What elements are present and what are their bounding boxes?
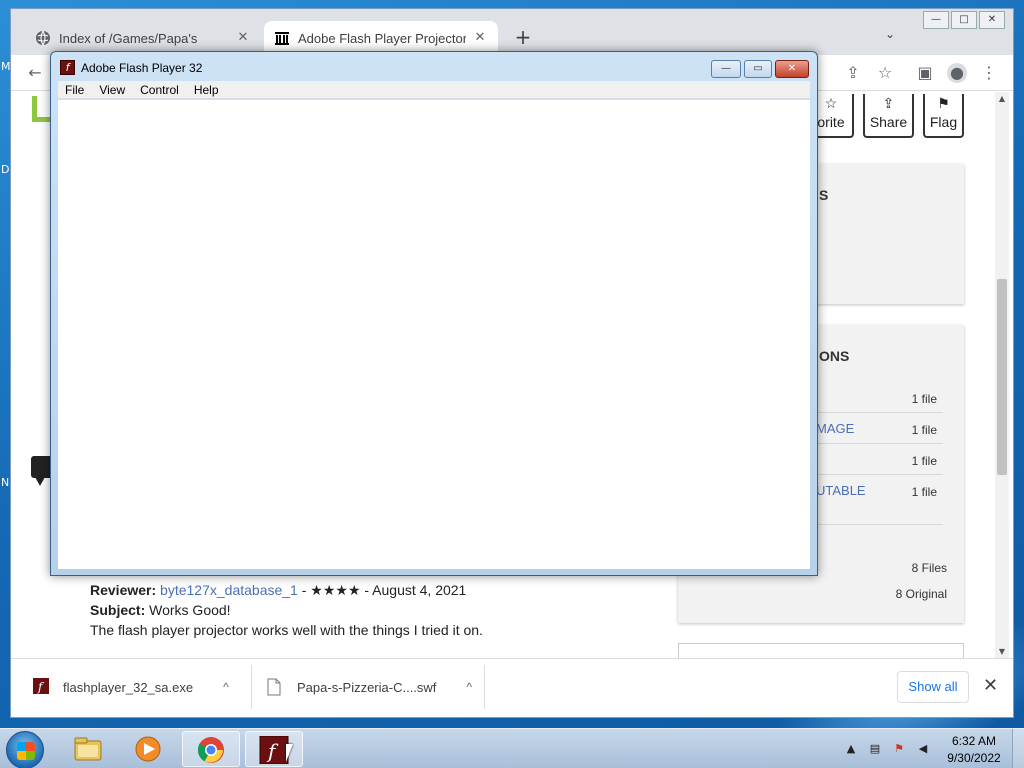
flash-player-window: f Adobe Flash Player 32 — ▭ ✕ File View … xyxy=(50,51,818,576)
scroll-up-arrow-icon[interactable]: ▲ xyxy=(995,94,1009,103)
maximize-button[interactable]: ▭ xyxy=(744,60,772,78)
mouse-cursor-icon xyxy=(286,744,293,762)
panel-title: S xyxy=(819,187,829,203)
download-shelf: f flashplayer_32_sa.exe ^ Papa-s-Pizzeri… xyxy=(11,658,1013,717)
show-desktop-button[interactable] xyxy=(1012,729,1024,768)
window-title: Adobe Flash Player 32 xyxy=(81,61,203,75)
desktop-icon-label-fragment[interactable]: D xyxy=(1,163,9,176)
format-count: 1 file xyxy=(911,392,937,406)
reviewer-label: Reviewer: xyxy=(90,582,157,598)
action-center-flag-icon[interactable]: ⚑ xyxy=(892,742,906,756)
globe-icon xyxy=(35,30,51,46)
site-logo-fragment xyxy=(32,96,50,122)
total-files: 8 Files xyxy=(911,561,947,575)
close-button[interactable]: ✕ xyxy=(979,11,1005,29)
download-filename: Papa-s-Pizzeria-C....swf xyxy=(297,679,437,695)
side-panel-icon[interactable]: ▣ xyxy=(915,63,935,83)
download-item[interactable]: f flashplayer_32_sa.exe ^ xyxy=(33,667,229,707)
share-label: Share xyxy=(869,114,908,130)
review-subject: Subject: Works Good! xyxy=(90,602,231,618)
taskbar-flash-player[interactable]: f xyxy=(245,731,303,767)
flash-menubar: File View Control Help xyxy=(58,81,810,99)
panel-title: ONS xyxy=(819,348,850,364)
flash-player-icon: f xyxy=(259,736,289,764)
download-filename: flashplayer_32_sa.exe xyxy=(63,679,194,695)
favorite-label: orite xyxy=(817,114,845,130)
format-name[interactable]: MAGE xyxy=(816,421,854,436)
start-button[interactable] xyxy=(6,731,44,768)
flash-player-icon: f xyxy=(60,60,75,75)
divider xyxy=(251,665,252,709)
format-count: 1 file xyxy=(911,423,937,437)
scrollbar-thumb[interactable] xyxy=(997,279,1007,475)
next-panel xyxy=(678,643,964,658)
new-tab-button[interactable]: + xyxy=(511,25,535,49)
flag-icon: ⚑ xyxy=(937,95,950,111)
page-scrollbar[interactable]: ▲ ▼ xyxy=(995,92,1009,658)
desktop-icon-label-fragment[interactable]: N xyxy=(1,476,9,489)
divider xyxy=(484,665,485,709)
share-icon: ⇪ xyxy=(882,95,895,111)
file-icon xyxy=(267,678,283,696)
subject-text: Works Good! xyxy=(149,602,231,618)
media-player-icon xyxy=(135,736,161,762)
original-files: 8 Original xyxy=(895,587,947,601)
maximize-button[interactable]: □ xyxy=(951,11,977,29)
clock-time[interactable]: 6:32 AM xyxy=(944,734,1004,748)
taskbar-chrome[interactable] xyxy=(182,731,240,767)
tab-title: Adobe Flash Player Projector : Ac xyxy=(298,30,466,46)
review-meta: Reviewer: byte127x_database_1 - ★★★★ - A… xyxy=(90,582,466,599)
scroll-down-arrow-icon[interactable]: ▼ xyxy=(995,647,1009,656)
profile-avatar-icon[interactable]: ● xyxy=(947,63,967,83)
flash-file-icon: f xyxy=(33,678,49,696)
tab-index-of-games[interactable]: Index of /Games/Papa's ✕ xyxy=(25,21,261,55)
subject-label: Subject: xyxy=(90,602,146,618)
tab-title: Index of /Games/Papa's xyxy=(59,30,198,46)
flag-button[interactable]: ⚑ Flag xyxy=(923,94,964,138)
minimize-button[interactable]: — xyxy=(923,11,949,29)
tab-close-icon[interactable]: ✕ xyxy=(235,30,251,46)
flash-stage[interactable] xyxy=(58,100,810,569)
bookmark-star-icon[interactable]: ☆ xyxy=(875,63,895,83)
share-icon[interactable]: ⇪ xyxy=(843,63,863,83)
windows-logo-icon xyxy=(17,742,35,760)
minimize-button[interactable]: — xyxy=(711,60,741,78)
folder-icon xyxy=(74,737,102,761)
menu-view[interactable]: View xyxy=(99,83,125,97)
close-icon[interactable]: ✕ xyxy=(983,675,998,696)
tab-flash-projector[interactable]: Adobe Flash Player Projector : Ac ✕ xyxy=(264,21,498,55)
chrome-icon xyxy=(197,737,224,763)
flag-label: Flag xyxy=(929,114,958,130)
taskbar-explorer[interactable] xyxy=(60,731,118,767)
chevron-up-icon[interactable]: ^ xyxy=(466,680,472,694)
taskbar: f ▲ ▤ ⚑ ◀ 6:32 AM 9/30/2022 xyxy=(0,728,1024,768)
format-name[interactable]: UTABLE xyxy=(816,483,866,498)
chevron-up-icon[interactable]: ^ xyxy=(223,680,229,694)
close-button[interactable]: ✕ xyxy=(775,60,809,78)
download-item[interactable]: Papa-s-Pizzeria-C....swf ^ xyxy=(267,667,472,707)
format-count: 1 file xyxy=(911,454,937,468)
chrome-window-controls: — □ ✕ xyxy=(921,11,1005,29)
tab-strip: Index of /Games/Papa's ✕ Adobe Flash Pla… xyxy=(11,9,1013,55)
clock-date[interactable]: 9/30/2022 xyxy=(944,751,1004,765)
tray-expand-icon[interactable]: ▲ xyxy=(844,742,858,756)
back-arrow-icon[interactable]: ← xyxy=(25,63,45,83)
review-rating-date: - ★★★★ - August 4, 2021 xyxy=(297,582,467,598)
share-button[interactable]: ⇪ Share xyxy=(863,94,914,138)
format-count: 1 file xyxy=(911,485,937,499)
show-all-button[interactable]: Show all xyxy=(897,671,969,703)
network-icon[interactable]: ▤ xyxy=(868,742,882,756)
review-body: The flash player projector works well wi… xyxy=(90,622,483,638)
archive-org-icon xyxy=(274,30,290,46)
reviewer-link[interactable]: byte127x_database_1 xyxy=(160,582,298,598)
taskbar-media-player[interactable] xyxy=(120,731,178,767)
menu-help[interactable]: Help xyxy=(194,83,219,97)
flash-titlebar[interactable]: f Adobe Flash Player 32 — ▭ ✕ xyxy=(51,52,817,82)
chrome-menu-icon[interactable]: ⋮ xyxy=(979,63,999,83)
menu-file[interactable]: File xyxy=(65,83,84,97)
volume-icon[interactable]: ◀ xyxy=(916,742,930,756)
menu-control[interactable]: Control xyxy=(140,83,179,97)
tab-search-icon[interactable]: ⌄ xyxy=(885,27,895,41)
tab-close-icon[interactable]: ✕ xyxy=(472,30,488,46)
